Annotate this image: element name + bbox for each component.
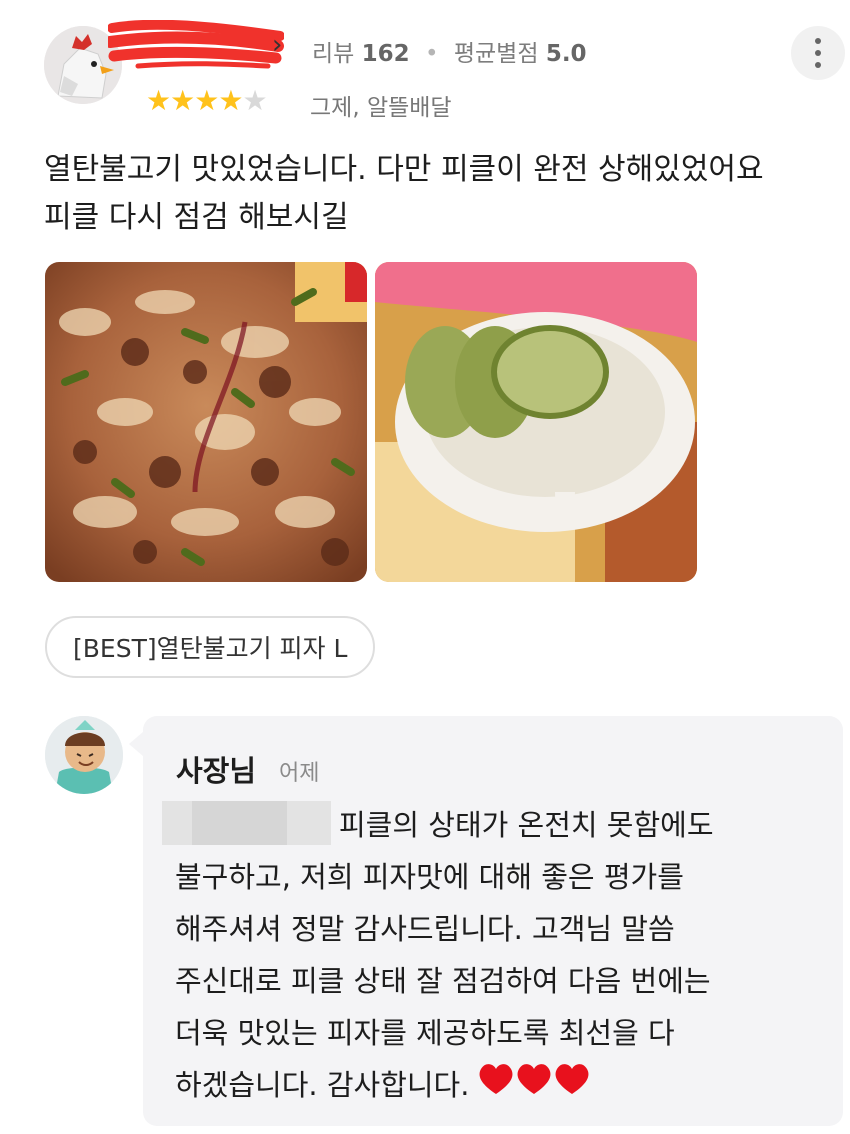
review-photo-pizza[interactable] xyxy=(45,262,367,582)
reply-line: 해주셔셔 정말 감사드립니다. 고객님 말씀 xyxy=(175,912,675,946)
star-icon: ★ xyxy=(194,84,219,117)
star-rating: ★★★★★ xyxy=(146,84,268,117)
star-icon: ★ xyxy=(170,84,195,117)
star-empty-icon: ★ xyxy=(242,84,267,117)
avg-rating-value: 5.0 xyxy=(545,41,587,67)
star-icon: ★ xyxy=(146,84,171,117)
hearts xyxy=(477,1060,593,1114)
review-tags: 그제, 알뜰배달 xyxy=(310,95,452,121)
owner-avatar xyxy=(45,716,123,794)
separator-dot: • xyxy=(424,41,439,67)
avg-rating-label: 평균별점 xyxy=(453,41,539,67)
reply-line: 더욱 맛있는 피자를 제공하도록 최선을 다 xyxy=(175,1016,675,1050)
owner-reply-time: 어제 xyxy=(279,761,320,786)
review-text: 열탄불고기 맛있었습니다. 다만 피클이 완전 상해있었어요 피클 다시 점검 … xyxy=(44,146,834,242)
reply-line: 피클의 상태가 온전치 못함에도 xyxy=(339,808,714,842)
redacted-username xyxy=(108,20,284,69)
owner-reply-text: 피클의 상태가 온전치 못함에도 불구하고, 저희 피자맛에 대해 좋은 평가를… xyxy=(175,799,815,1114)
reviewer-stats: 리뷰 162 • 평균별점 5.0 xyxy=(312,34,587,68)
review-photo-pickle[interactable] xyxy=(375,262,697,582)
more-vertical-icon[interactable] xyxy=(791,26,845,80)
pizza-photo-image xyxy=(45,262,367,582)
menu-chip[interactable]: [BEST]열탄불고기 피자 L xyxy=(45,616,376,678)
reply-line: 불구하고, 저희 피자맛에 대해 좋은 평가를 xyxy=(175,860,684,894)
reply-line: 주신대로 피클 상태 잘 점검하여 다음 번에는 xyxy=(175,964,711,998)
review-count-label: 리뷰 xyxy=(312,41,355,67)
heart-icon xyxy=(480,1064,589,1094)
chevron-right-icon[interactable]: › xyxy=(272,30,282,60)
review-text-line: 열탄불고기 맛있었습니다. 다만 피클이 완전 상해있었어요 xyxy=(44,152,764,187)
review-text-line: 피클 다시 점검 해보시길 xyxy=(44,200,349,235)
review-count: 162 xyxy=(361,41,410,67)
pickle-cup-photo-image xyxy=(375,262,697,582)
star-icon: ★ xyxy=(218,84,243,117)
reply-line: 하겠습니다. 감사합니다. xyxy=(175,1068,470,1102)
owner-character-icon xyxy=(45,716,123,794)
owner-name: 사장님 xyxy=(176,754,257,788)
